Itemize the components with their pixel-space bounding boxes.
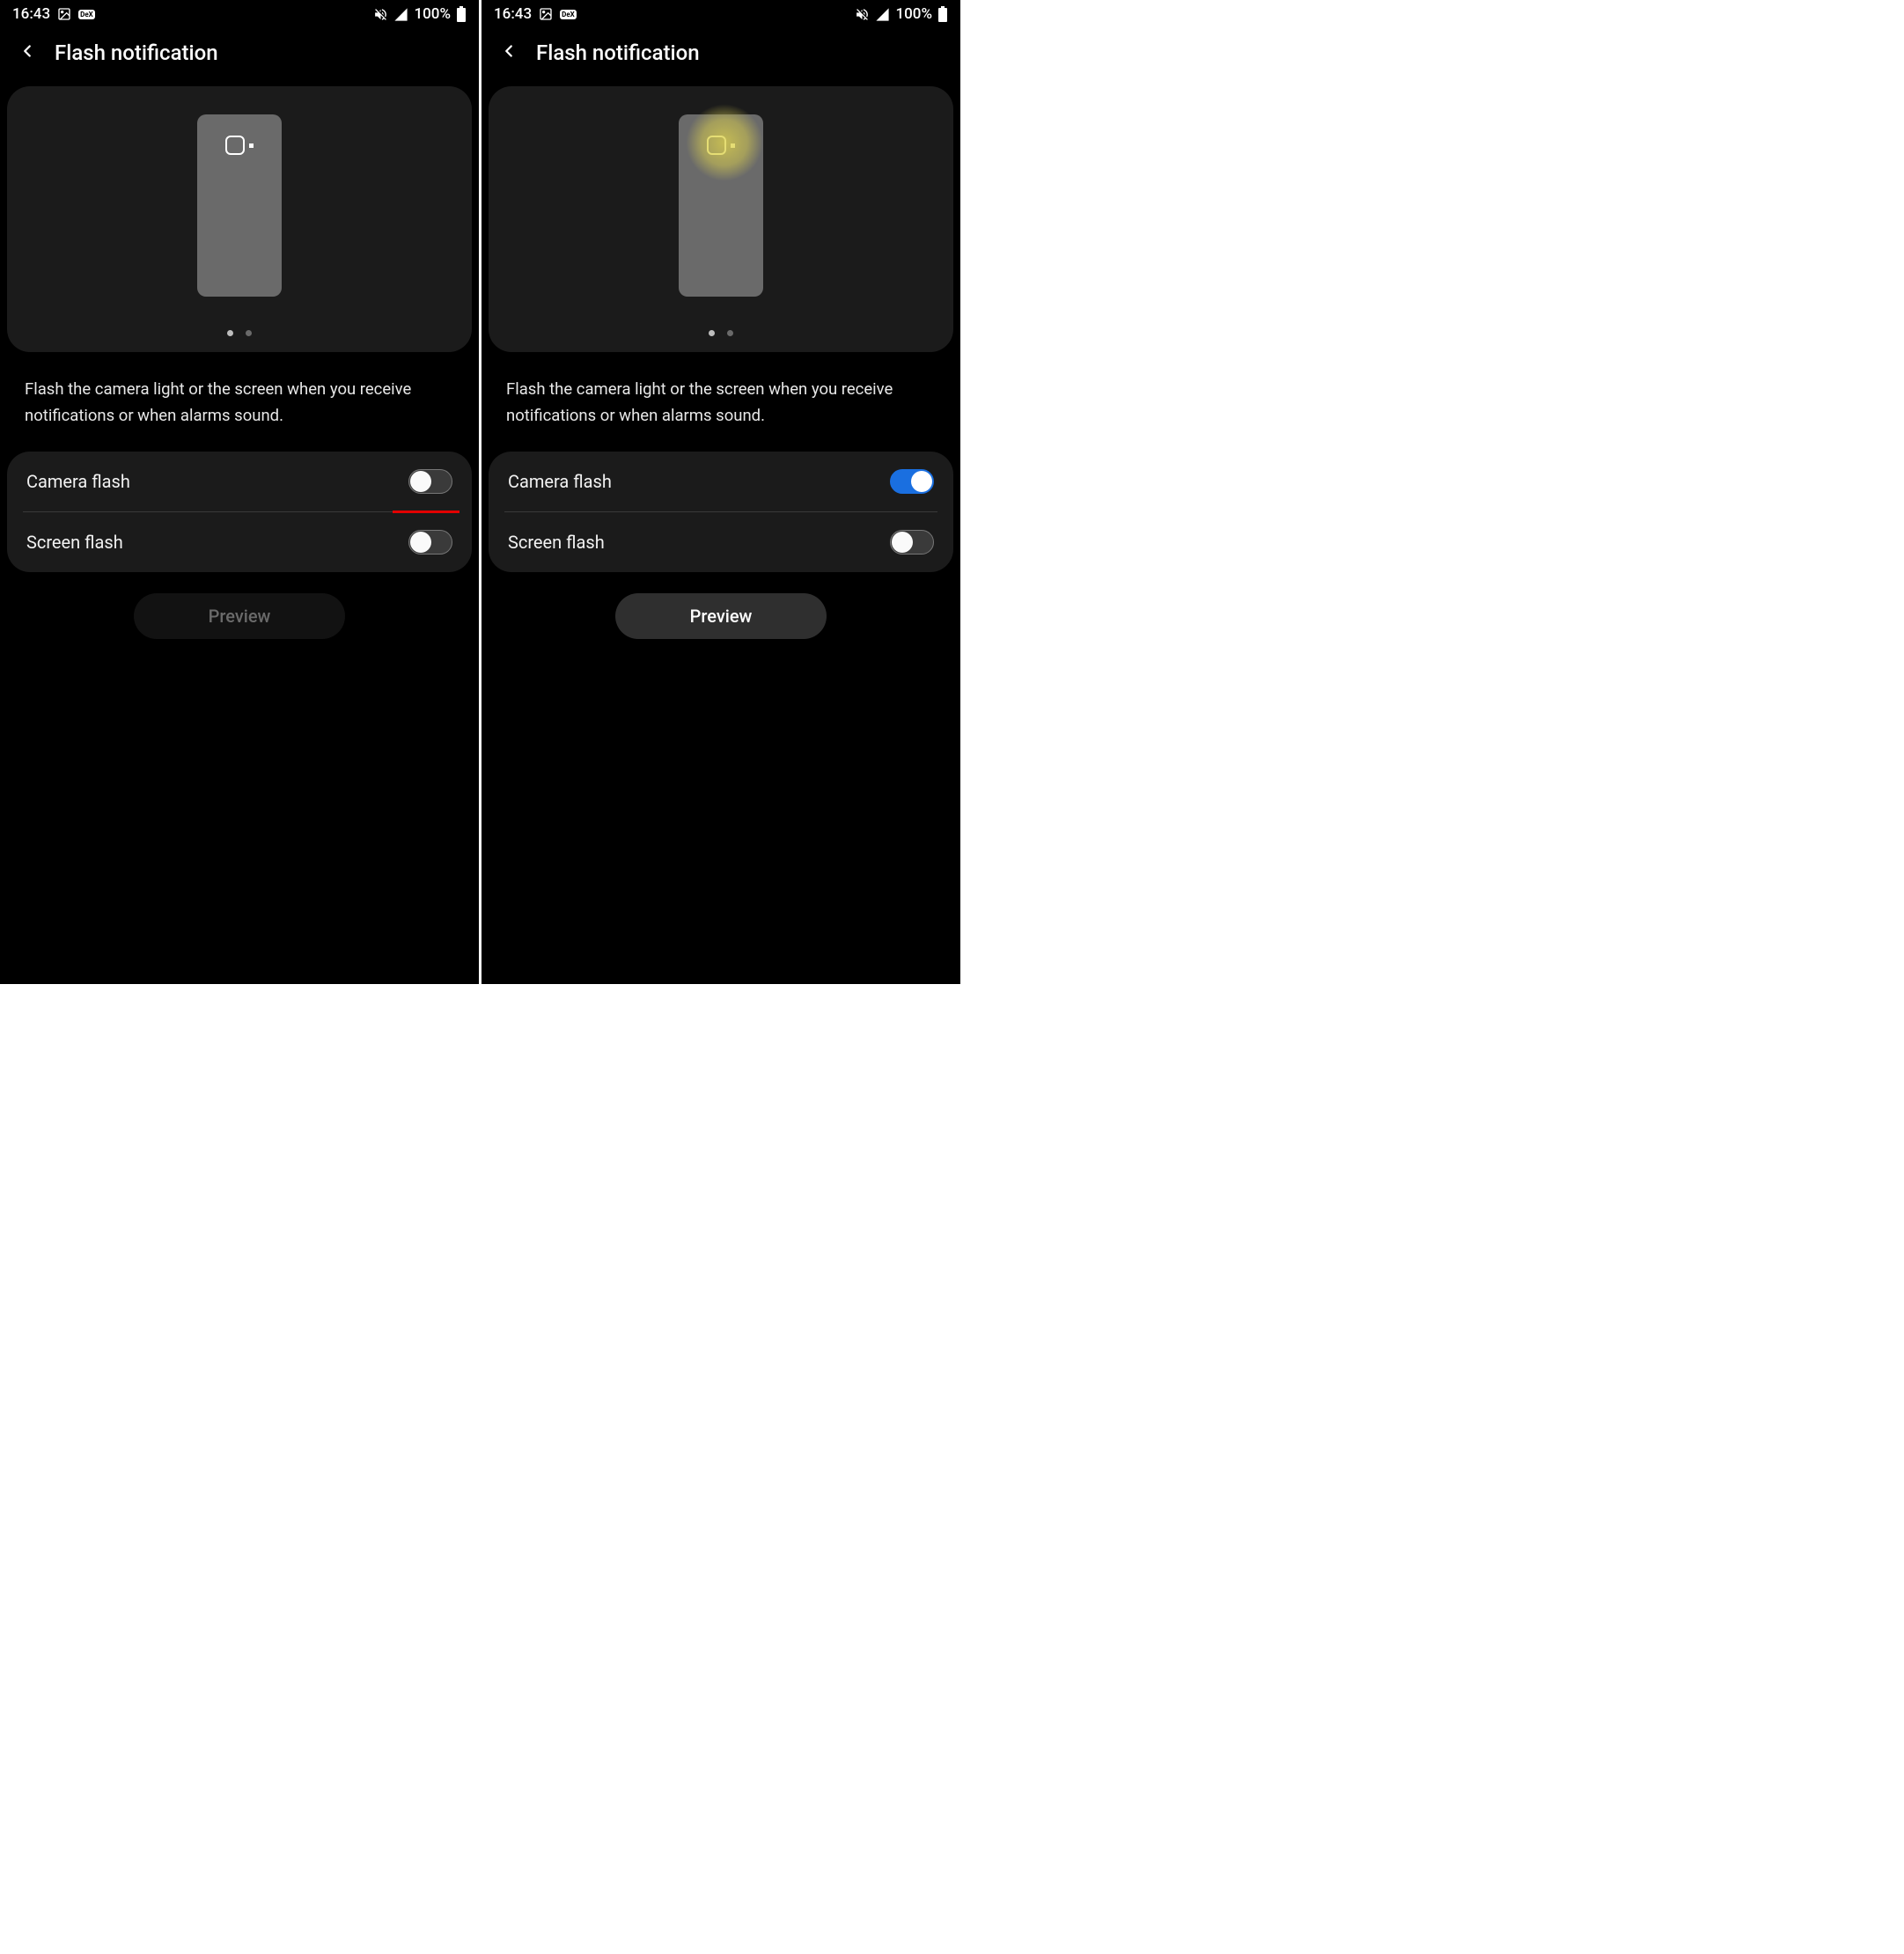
gallery-icon xyxy=(57,7,71,21)
camera-dot-icon xyxy=(731,143,735,148)
dex-icon: DeX xyxy=(560,10,577,19)
illustration-card xyxy=(489,86,953,352)
preview-button-wrap: Preview xyxy=(0,593,479,639)
back-icon[interactable] xyxy=(499,41,518,64)
status-left: 16:43 DeX xyxy=(494,5,577,23)
description-text: Flash the camera light or the screen whe… xyxy=(482,352,960,452)
pager-dot-1[interactable] xyxy=(727,330,733,336)
pager-dot-0[interactable] xyxy=(227,330,233,336)
dex-icon: DeX xyxy=(78,10,95,19)
page-title: Flash notification xyxy=(55,40,218,65)
battery-icon xyxy=(456,6,467,22)
camera-flash-row[interactable]: Camera flash xyxy=(7,452,472,511)
status-bar: 16:43 DeX 100% xyxy=(0,0,479,25)
camera-flash-label: Camera flash xyxy=(508,471,612,492)
status-time: 16:43 xyxy=(12,5,50,23)
screen-flash-toggle[interactable] xyxy=(408,530,452,555)
phone-screen-right: 16:43 DeX 100% Flash notification xyxy=(482,0,960,984)
mute-icon xyxy=(855,7,870,22)
signal-icon xyxy=(875,7,890,22)
preview-button[interactable]: Preview xyxy=(615,593,827,639)
status-bar: 16:43 DeX 100% xyxy=(482,0,960,25)
page-header: Flash notification xyxy=(482,25,960,86)
battery-percent: 100% xyxy=(895,5,932,23)
annotation-underline xyxy=(393,511,459,513)
pager-dots[interactable] xyxy=(709,330,733,336)
pager-dot-1[interactable] xyxy=(246,330,252,336)
camera-outline-icon xyxy=(707,136,726,155)
battery-percent: 100% xyxy=(414,5,451,23)
phone-illustration xyxy=(679,114,763,297)
page-title: Flash notification xyxy=(536,40,700,65)
illustration-card xyxy=(7,86,472,352)
pager-dots[interactable] xyxy=(227,330,252,336)
description-text: Flash the camera light or the screen whe… xyxy=(0,352,479,452)
camera-outline-icon xyxy=(225,136,245,155)
status-right: 100% xyxy=(373,5,467,23)
settings-group: Camera flash Screen flash xyxy=(489,452,953,572)
screen-flash-label: Screen flash xyxy=(508,532,605,553)
status-time: 16:43 xyxy=(494,5,532,23)
camera-dot-icon xyxy=(249,143,254,148)
settings-group: Camera flash Screen flash xyxy=(7,452,472,572)
preview-button[interactable]: Preview xyxy=(134,593,345,639)
camera-flash-toggle[interactable] xyxy=(890,469,934,494)
back-icon[interactable] xyxy=(18,41,37,64)
preview-button-wrap: Preview xyxy=(482,593,960,639)
camera-flash-toggle[interactable] xyxy=(408,469,452,494)
pager-dot-0[interactable] xyxy=(709,330,715,336)
page-header: Flash notification xyxy=(0,25,479,86)
phone-screen-left: 16:43 DeX 100% Flash notification xyxy=(0,0,479,984)
status-right: 100% xyxy=(855,5,948,23)
camera-flash-row[interactable]: Camera flash xyxy=(489,452,953,511)
phone-illustration xyxy=(197,114,282,297)
status-left: 16:43 DeX xyxy=(12,5,95,23)
battery-icon xyxy=(937,6,948,22)
screen-flash-label: Screen flash xyxy=(26,532,123,553)
camera-flash-label: Camera flash xyxy=(26,471,130,492)
screen-flash-row[interactable]: Screen flash xyxy=(504,511,937,572)
signal-icon xyxy=(393,7,408,22)
mute-icon xyxy=(373,7,388,22)
screen-flash-toggle[interactable] xyxy=(890,530,934,555)
gallery-icon xyxy=(539,7,553,21)
screen-flash-row[interactable]: Screen flash xyxy=(23,511,456,572)
